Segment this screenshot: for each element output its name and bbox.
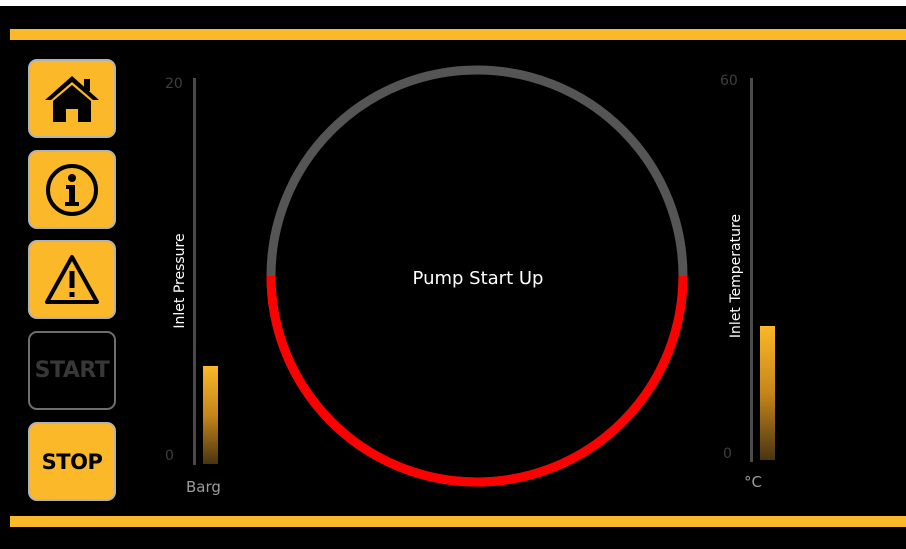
pump-status-text: Pump Start Up: [412, 268, 544, 289]
gauge-progress-arc: [266, 275, 688, 487]
